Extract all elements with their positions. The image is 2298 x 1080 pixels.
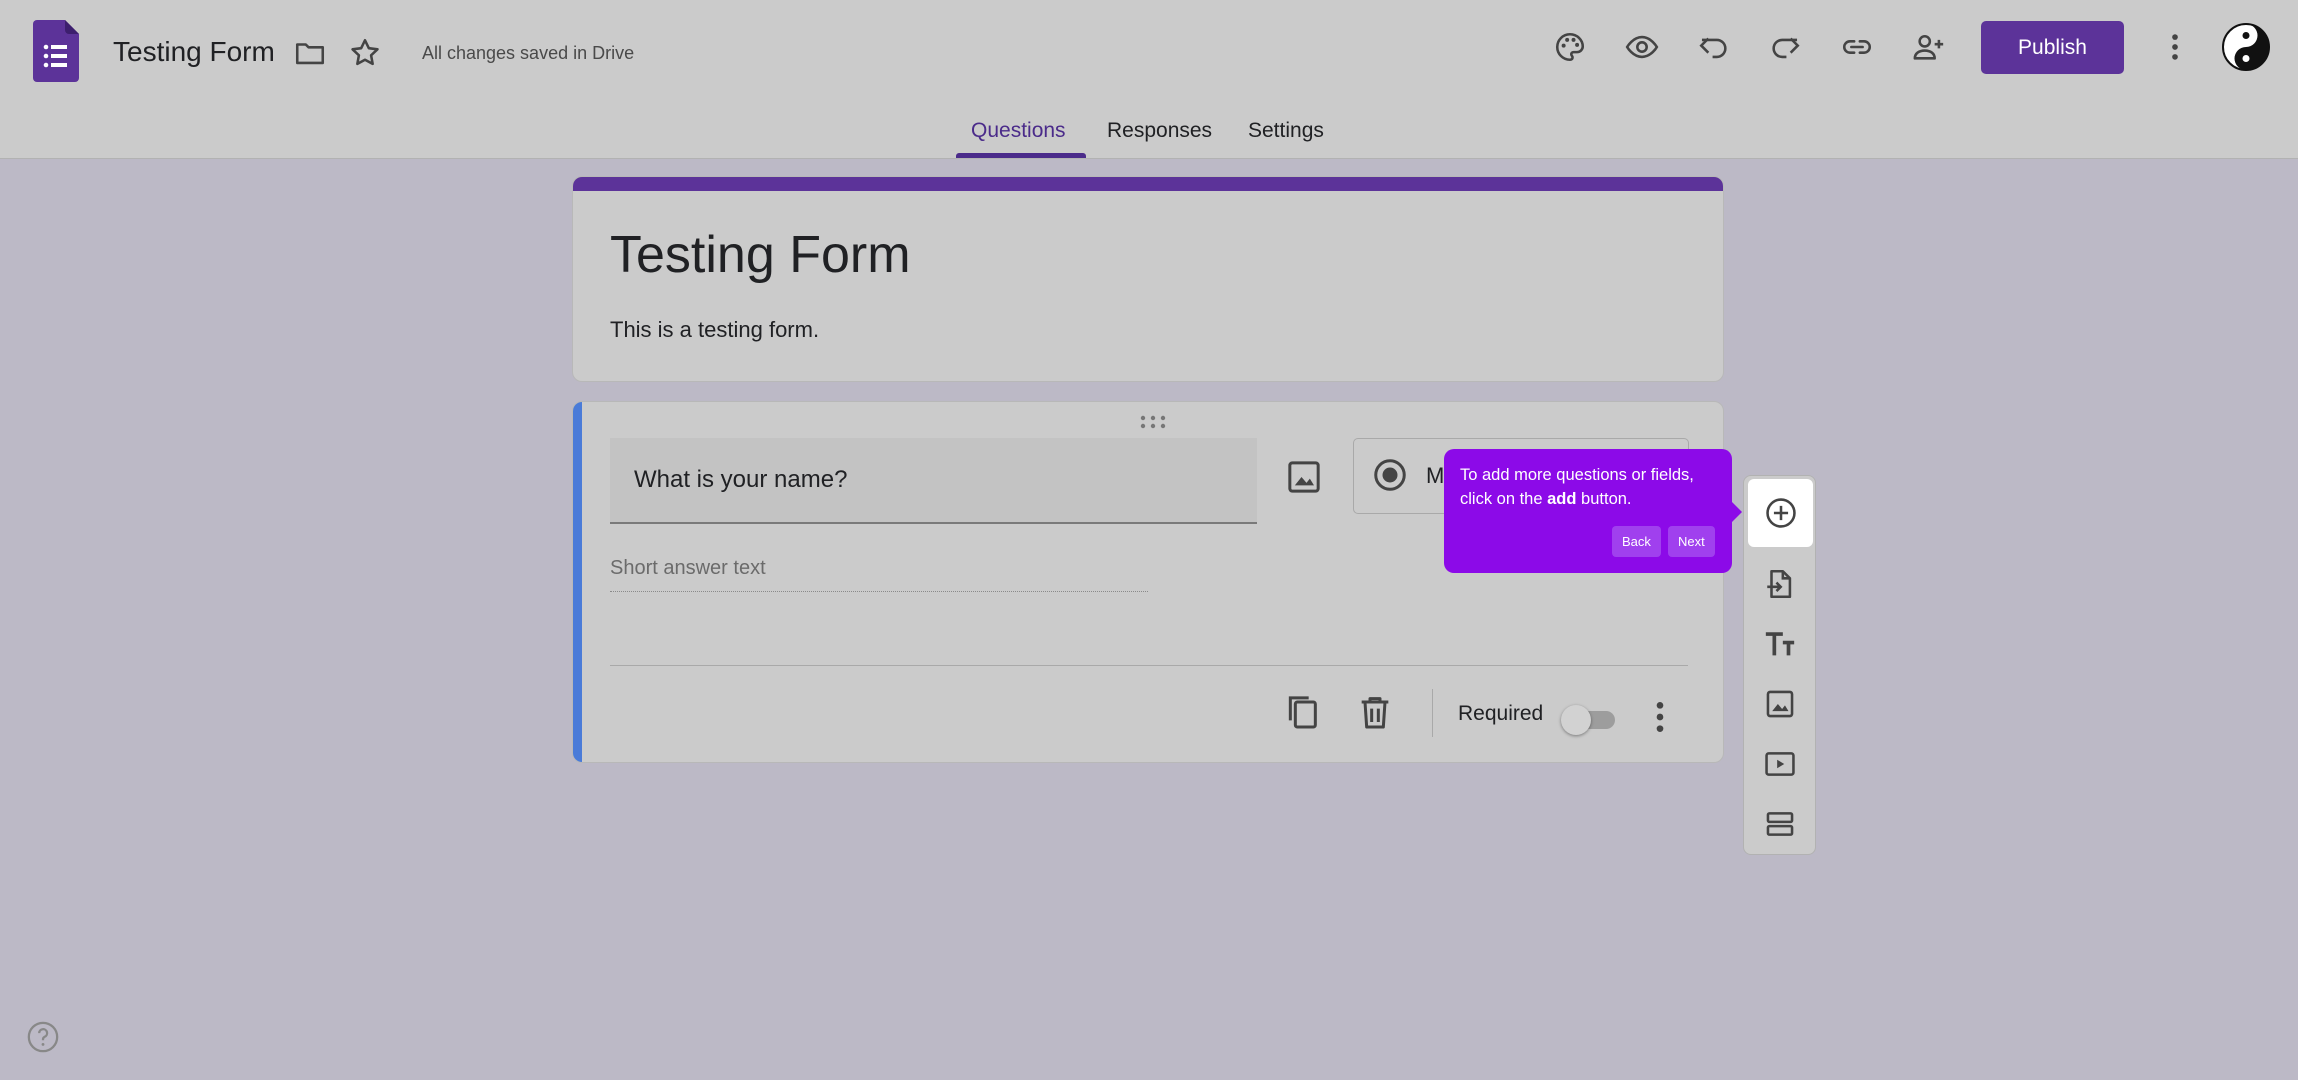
radio-button-icon bbox=[1374, 459, 1406, 491]
drag-handle-icon[interactable] bbox=[1140, 415, 1166, 429]
add-image-button[interactable] bbox=[1752, 676, 1808, 732]
add-question-button[interactable] bbox=[1748, 479, 1813, 547]
add-video-button[interactable] bbox=[1752, 736, 1808, 792]
more-vert-icon[interactable] bbox=[2155, 27, 2195, 67]
video-icon bbox=[1765, 752, 1795, 776]
star-icon[interactable] bbox=[345, 33, 385, 73]
document-title[interactable]: Testing Form bbox=[113, 36, 275, 68]
forms-logo-icon[interactable] bbox=[33, 20, 79, 82]
tab-responses[interactable]: Responses bbox=[1107, 119, 1212, 143]
delete-icon[interactable] bbox=[1355, 692, 1395, 732]
add-image-icon[interactable] bbox=[1284, 457, 1324, 497]
publish-button[interactable]: Publish bbox=[1981, 21, 2124, 74]
undo-icon[interactable] bbox=[1694, 27, 1734, 67]
card-divider bbox=[610, 665, 1688, 666]
header-bar: Testing Form All changes saved in Drive … bbox=[0, 0, 2298, 159]
tab-settings[interactable]: Settings bbox=[1248, 119, 1324, 143]
duplicate-icon[interactable] bbox=[1282, 692, 1322, 732]
form-title[interactable]: Testing Form bbox=[610, 225, 911, 285]
help-icon[interactable] bbox=[26, 1020, 60, 1054]
title-card-accent-bar bbox=[573, 177, 1723, 191]
footer-separator bbox=[1432, 689, 1433, 737]
image-icon bbox=[1766, 690, 1794, 718]
tab-bar: Questions Responses Settings bbox=[0, 110, 2298, 158]
import-file-icon bbox=[1767, 569, 1792, 599]
active-tab-indicator bbox=[956, 153, 1086, 158]
add-circle-icon bbox=[1765, 498, 1796, 528]
short-answer-placeholder: Short answer text bbox=[610, 557, 1148, 592]
palette-icon[interactable] bbox=[1550, 27, 1590, 67]
redo-icon[interactable] bbox=[1765, 27, 1805, 67]
tooltip-text: To add more questions or fields, click o… bbox=[1460, 466, 1694, 508]
import-questions-button[interactable] bbox=[1752, 556, 1808, 612]
question-title-text: What is your name? bbox=[634, 466, 848, 493]
tooltip-next-button[interactable]: Next bbox=[1668, 526, 1715, 557]
question-title-input[interactable]: What is your name? bbox=[610, 438, 1257, 524]
add-section-button[interactable] bbox=[1752, 796, 1808, 852]
question-type-label: M bbox=[1426, 463, 1445, 488]
required-toggle[interactable] bbox=[1561, 702, 1619, 735]
question-card-accent bbox=[573, 402, 582, 762]
tab-questions[interactable]: Questions bbox=[971, 119, 1066, 143]
preview-eye-icon[interactable] bbox=[1622, 27, 1662, 67]
question-more-options-icon[interactable] bbox=[1640, 697, 1680, 737]
link-icon[interactable] bbox=[1837, 27, 1877, 67]
add-title-description-button[interactable] bbox=[1752, 616, 1808, 672]
text-title-icon bbox=[1765, 632, 1795, 656]
save-status: All changes saved in Drive bbox=[422, 43, 635, 63]
toggle-knob bbox=[1561, 705, 1591, 735]
add-collaborator-icon[interactable] bbox=[1909, 27, 1949, 67]
avatar-yin-yang-icon[interactable] bbox=[2222, 23, 2270, 71]
onboarding-tooltip: To add more questions or fields, click o… bbox=[1444, 449, 1742, 573]
side-toolbar bbox=[1743, 475, 1816, 855]
section-icon bbox=[1766, 812, 1794, 836]
required-label: Required bbox=[1458, 702, 1544, 725]
form-title-card: Testing Form This is a testing form. bbox=[572, 176, 1724, 382]
tooltip-back-button[interactable]: Back bbox=[1612, 526, 1661, 557]
folder-icon[interactable] bbox=[290, 33, 330, 73]
form-description[interactable]: This is a testing form. bbox=[610, 317, 819, 343]
